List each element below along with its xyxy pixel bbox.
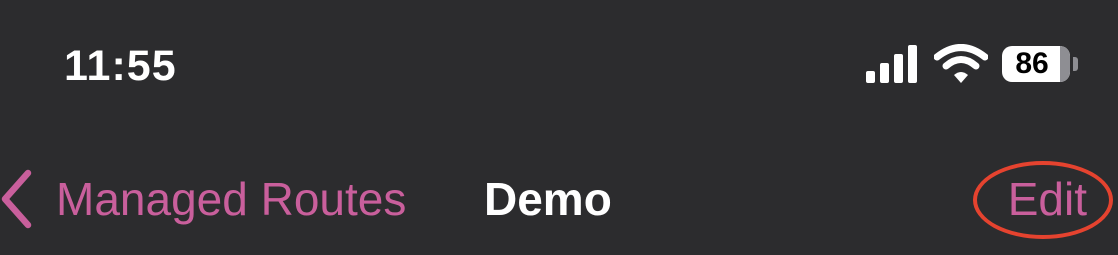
- wifi-icon: [934, 44, 988, 83]
- status-icons: 86: [866, 44, 1082, 84]
- nav-bar: Managed Routes Demo Edit: [0, 130, 1118, 255]
- battery-level: 86: [1015, 47, 1049, 80]
- battery-body: 86: [1002, 46, 1070, 82]
- edit-button[interactable]: Edit: [1008, 166, 1087, 232]
- battery-icon: 86: [1002, 44, 1082, 84]
- back-label: Managed Routes: [56, 173, 407, 225]
- status-bar: 11:55 86: [0, 0, 1118, 130]
- back-button[interactable]: Managed Routes: [0, 166, 406, 232]
- signal-icon: [866, 45, 917, 83]
- chevron-left-icon: [1, 169, 32, 229]
- status-time: 11:55: [64, 42, 177, 90]
- battery-cap: [1073, 57, 1078, 71]
- page-title: Demo: [484, 173, 612, 225]
